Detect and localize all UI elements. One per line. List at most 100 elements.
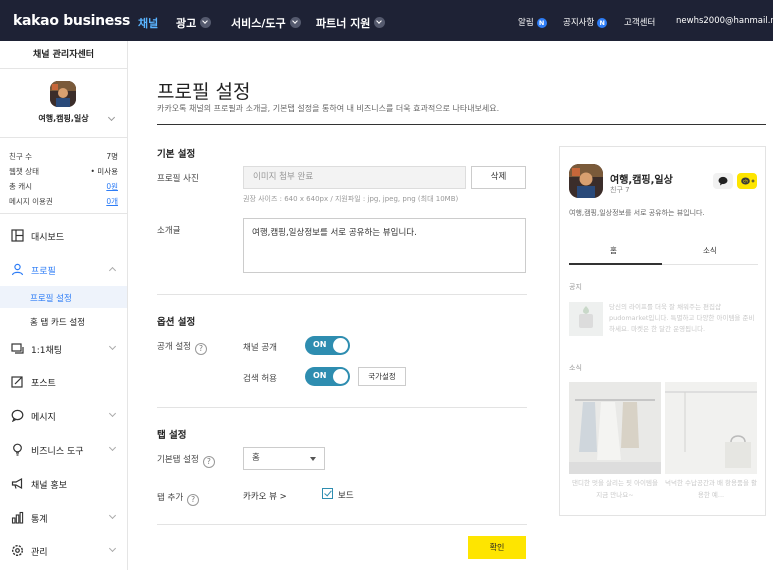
preview-notice-text: 당신의 라이프를 더욱 잘 채워주는 편집샵 pudomarket입니다. 특별… (609, 303, 755, 333)
page-description: 카카오톡 채널의 프로필과 소개글, 기본탭 설정을 통하여 내 비즈니스를 더… (157, 104, 500, 113)
preview-channel-name: 여행,캠핑,일상 (610, 175, 673, 186)
sidebar-item-chat[interactable]: 1:1채팅 (0, 338, 127, 360)
help-icon[interactable]: ? (187, 494, 200, 506)
divider (0, 137, 127, 138)
account-link[interactable]: newhs2000@hanmail.net (676, 16, 773, 26)
speech-bubble-icon (11, 409, 24, 422)
country-settings-button[interactable]: 국가설정 (358, 367, 406, 386)
sidebar-title: 채널 관리자센터 (0, 41, 127, 69)
search-allow-toggle[interactable]: ON (305, 367, 350, 386)
message-credit-link[interactable]: 0개 (106, 196, 118, 207)
stat-message-credit: 메시지 이용권 0개 (9, 196, 118, 207)
chevron-down-icon (108, 409, 117, 418)
sidebar-item-home-tab-card[interactable]: 홈 탭 카드 설정 (0, 310, 127, 332)
divider (157, 407, 527, 408)
preview-tab-home: 홈 (610, 246, 617, 255)
preview-news-title: 소식 (569, 364, 582, 372)
avatar[interactable] (50, 81, 76, 107)
profile-photo-label: 프로필 사진 (157, 174, 199, 184)
search-allow-label: 검색 허용 (243, 374, 277, 384)
section-title-basic: 기본 설정 (157, 149, 196, 160)
brand-logo[interactable]: kakao business (13, 13, 130, 29)
sidebar-item-promo[interactable]: 채널 홍보 (0, 473, 127, 495)
caret-down-icon (310, 457, 316, 461)
public-settings-label: 공개 설정? (157, 340, 207, 355)
board-checkbox-label: 보드 (338, 491, 354, 501)
sidebar-item-stats[interactable]: 통계 (0, 507, 127, 529)
sidebar-item-manage[interactable]: 관리 (0, 540, 127, 562)
preview-notice-thumbnail (569, 302, 603, 336)
preview-news-card-text: 넉넉한 수납공간과 배 항용품을 활용한 예... (665, 479, 757, 499)
chevron-down-icon (108, 544, 117, 553)
profile-preview: 여행,캠핑,일상 친구 7 ch 여행,캠핑,일상정보를 서로 공유하는 뷰입니… (559, 146, 766, 516)
photo-hint: 권장 사이즈 : 640 x 640px / 지원파일 : jpg, jpeg,… (243, 195, 459, 203)
lightbulb-icon (13, 443, 22, 456)
svg-text:ch: ch (743, 179, 748, 184)
sidebar-item-profile[interactable]: 프로필 (0, 259, 127, 281)
preview-news-card-image (665, 382, 757, 474)
preview-news-card-text: 댄디한 멋을 살리는 핏 아이템을 지금 만나요~ (571, 479, 658, 499)
nav-item-ads[interactable]: 광고 (176, 15, 212, 31)
notices-link[interactable]: 공지사항 N (563, 16, 608, 28)
edit-icon (11, 376, 23, 388)
sidebar-item-biz-tools[interactable]: 비즈니스 도구 (0, 439, 127, 461)
confirm-button[interactable]: 확인 (468, 536, 526, 559)
nav-item-services[interactable]: 서비스/도구 (231, 15, 301, 31)
stat-webchat: 웹챗 상태 • 미사용 (9, 167, 118, 176)
support-link[interactable]: 고객센터 (624, 16, 655, 28)
channel-public-label: 채널 공개 (243, 343, 277, 353)
bar-chart-icon (11, 511, 24, 524)
divider (157, 124, 766, 125)
nav-item-channel[interactable]: 채널 (138, 15, 158, 31)
chevron-down-icon (108, 342, 117, 351)
chevron-down-icon (108, 511, 117, 520)
divider (157, 524, 527, 525)
add-channel-icon: ch (737, 173, 757, 189)
cash-link[interactable]: 0원 (106, 181, 118, 192)
preview-avatar (569, 164, 603, 198)
chevron-down-icon (200, 17, 212, 28)
channel-name[interactable]: 여행,캠핑,일상 (0, 113, 127, 124)
intro-label: 소개글 (157, 226, 181, 236)
sidebar-item-profile-settings[interactable]: 프로필 설정 (0, 286, 127, 308)
megaphone-icon (11, 477, 23, 490)
chat-icon (713, 173, 733, 189)
preview-notice-title: 공지 (569, 283, 582, 291)
section-title-tabs: 탭 설정 (157, 430, 187, 441)
chevron-down-icon (289, 17, 301, 28)
chat-icon (11, 343, 24, 354)
intro-textarea[interactable]: 여행,캠핑,일상정보를 서로 공유하는 뷰입니다. (243, 218, 526, 273)
divider (157, 294, 527, 295)
chevron-down-icon (108, 443, 117, 452)
preview-friend-count: 친구 7 (610, 186, 630, 194)
delete-button[interactable]: 삭제 (471, 166, 526, 189)
chevron-down-icon (374, 17, 386, 28)
stat-cash: 총 캐시 0원 (9, 181, 118, 192)
preview-news-card-image (569, 382, 661, 474)
help-icon[interactable]: ? (194, 343, 207, 355)
sidebar: 채널 관리자센터 여행,캠핑,일상 친구 수 7명 웹챗 상태 • 미사용 총 캐시… (0, 41, 128, 570)
new-badge: N (597, 18, 608, 28)
gear-icon (11, 544, 24, 557)
default-tab-label: 기본탭 설정? (157, 453, 215, 468)
stat-friends: 친구 수 7명 (9, 152, 118, 161)
preview-description: 여행,캠핑,일상정보를 서로 공유하는 뷰입니다. (569, 209, 705, 217)
sidebar-item-post[interactable]: 포스트 (0, 371, 127, 393)
sidebar-item-dashboard[interactable]: 대시보드 (0, 225, 127, 247)
board-checkbox[interactable] (322, 488, 333, 499)
add-tab-label: 탭 추가? (157, 491, 200, 506)
profile-photo-field[interactable]: 이미지 첨부 완료 (243, 166, 466, 189)
nav-item-partner[interactable]: 파트너 지원 (316, 15, 386, 31)
sidebar-item-message[interactable]: 메시지 (0, 405, 127, 427)
section-title-options: 옵션 설정 (157, 317, 196, 328)
alerts-link[interactable]: 알림 N (518, 16, 547, 28)
preview-tab-indicator (569, 263, 662, 265)
new-badge: N (536, 18, 547, 28)
page-title: 프로필 설정 (157, 81, 251, 103)
help-icon[interactable]: ? (202, 456, 215, 468)
kakao-view-link[interactable]: 카카오 뷰 > (243, 490, 287, 502)
channel-public-toggle[interactable]: ON (305, 336, 350, 355)
divider (0, 213, 127, 214)
dashboard-icon (11, 229, 24, 242)
default-tab-select[interactable]: 홈 (243, 447, 325, 470)
